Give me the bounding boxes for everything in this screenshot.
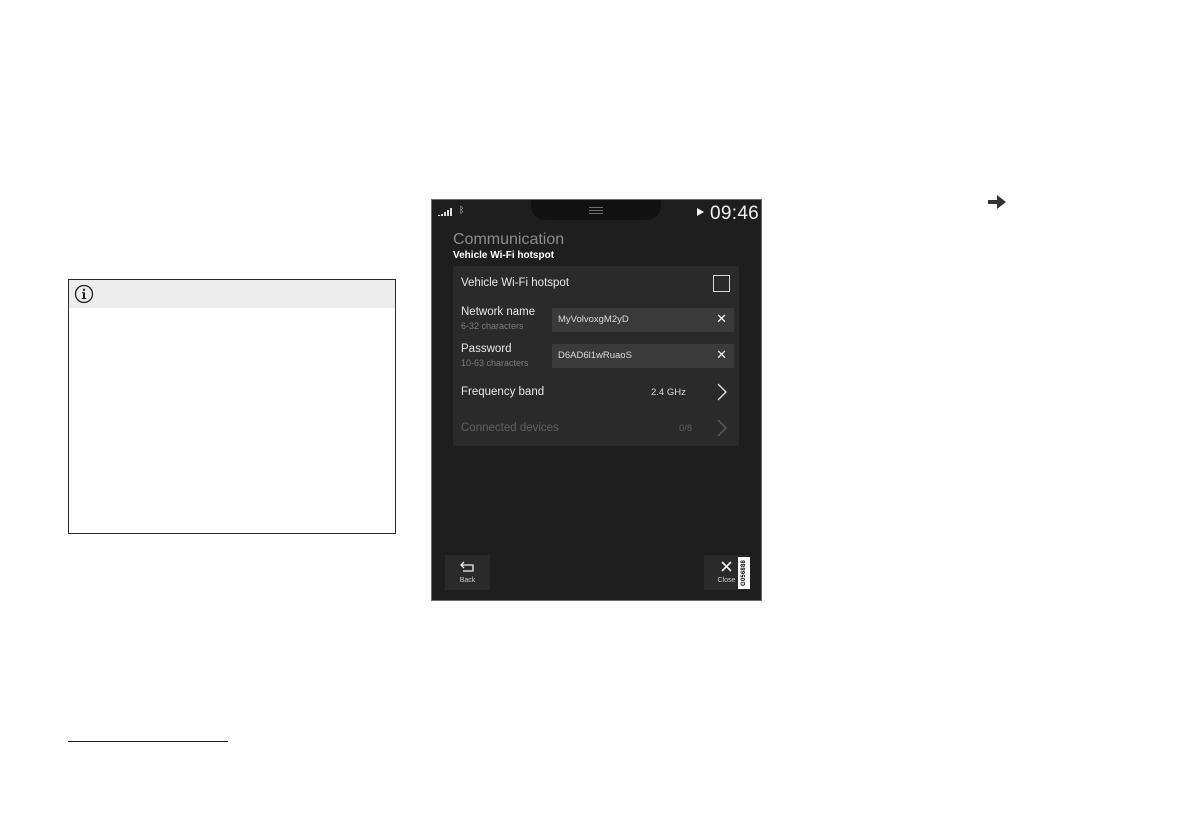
- chevron-right-icon: [717, 383, 727, 401]
- chevron-right-icon: [717, 419, 727, 437]
- connected-devices-row: Connected devices 0/8: [453, 412, 739, 444]
- arrow-right-icon: [988, 195, 1006, 209]
- page-subtitle: Vehicle Wi-Fi hotspot: [453, 250, 555, 261]
- network-name-field[interactable]: MyVolvoxgM2yD ✕: [552, 308, 734, 332]
- image-code: G056888: [741, 559, 747, 587]
- page-title: Communication: [453, 231, 565, 248]
- footnote-divider: [68, 741, 228, 742]
- infotainment-screen: ᛒ 09:46 Communication Vehicle Wi-Fi hots…: [431, 199, 762, 601]
- network-name-row: Network name 6-32 characters MyVolvoxgM2…: [453, 304, 739, 336]
- image-code-tag: G056888: [738, 557, 750, 589]
- back-button[interactable]: Back: [445, 555, 490, 590]
- hotspot-checkbox[interactable]: [713, 275, 730, 292]
- status-bar: ᛒ 09:46: [432, 200, 761, 226]
- back-icon: [460, 561, 474, 572]
- hotspot-toggle-row[interactable]: Vehicle Wi-Fi hotspot: [453, 266, 739, 302]
- info-icon: [74, 284, 94, 304]
- frequency-band-row[interactable]: Frequency band 2.4 GHz: [453, 376, 739, 408]
- clock: 09:46: [710, 203, 760, 224]
- clear-icon[interactable]: ✕: [716, 312, 727, 326]
- network-name-hint: 6-32 characters: [461, 321, 524, 331]
- signal-icon: [438, 208, 452, 216]
- clear-icon[interactable]: ✕: [716, 348, 727, 362]
- handle-icon: [589, 207, 603, 216]
- password-value: D6AD6l1wRuaoS: [558, 350, 632, 361]
- network-name-label: Network name: [461, 306, 536, 318]
- password-hint: 10-63 characters: [461, 358, 529, 368]
- connected-devices-label: Connected devices: [461, 422, 559, 434]
- pull-down-handle[interactable]: [531, 200, 661, 220]
- close-icon: [721, 561, 732, 572]
- hotspot-toggle-label: Vehicle Wi-Fi hotspot: [461, 277, 570, 289]
- network-name-value: MyVolvoxgM2yD: [558, 314, 629, 325]
- info-note: [68, 279, 396, 534]
- password-row: Password 10-63 characters D6AD6l1wRuaoS …: [453, 340, 739, 372]
- settings-panel: Vehicle Wi-Fi hotspot Network name 6-32 …: [453, 266, 739, 446]
- frequency-band-value: 2.4 GHz: [651, 387, 686, 398]
- info-note-header: [69, 280, 395, 308]
- back-label: Back: [459, 577, 476, 584]
- password-label: Password: [461, 343, 512, 355]
- play-icon: [697, 208, 704, 216]
- password-field[interactable]: D6AD6l1wRuaoS ✕: [552, 344, 734, 368]
- connected-devices-value: 0/8: [679, 423, 693, 434]
- bluetooth-icon: ᛒ: [459, 205, 465, 215]
- frequency-band-label: Frequency band: [461, 386, 545, 398]
